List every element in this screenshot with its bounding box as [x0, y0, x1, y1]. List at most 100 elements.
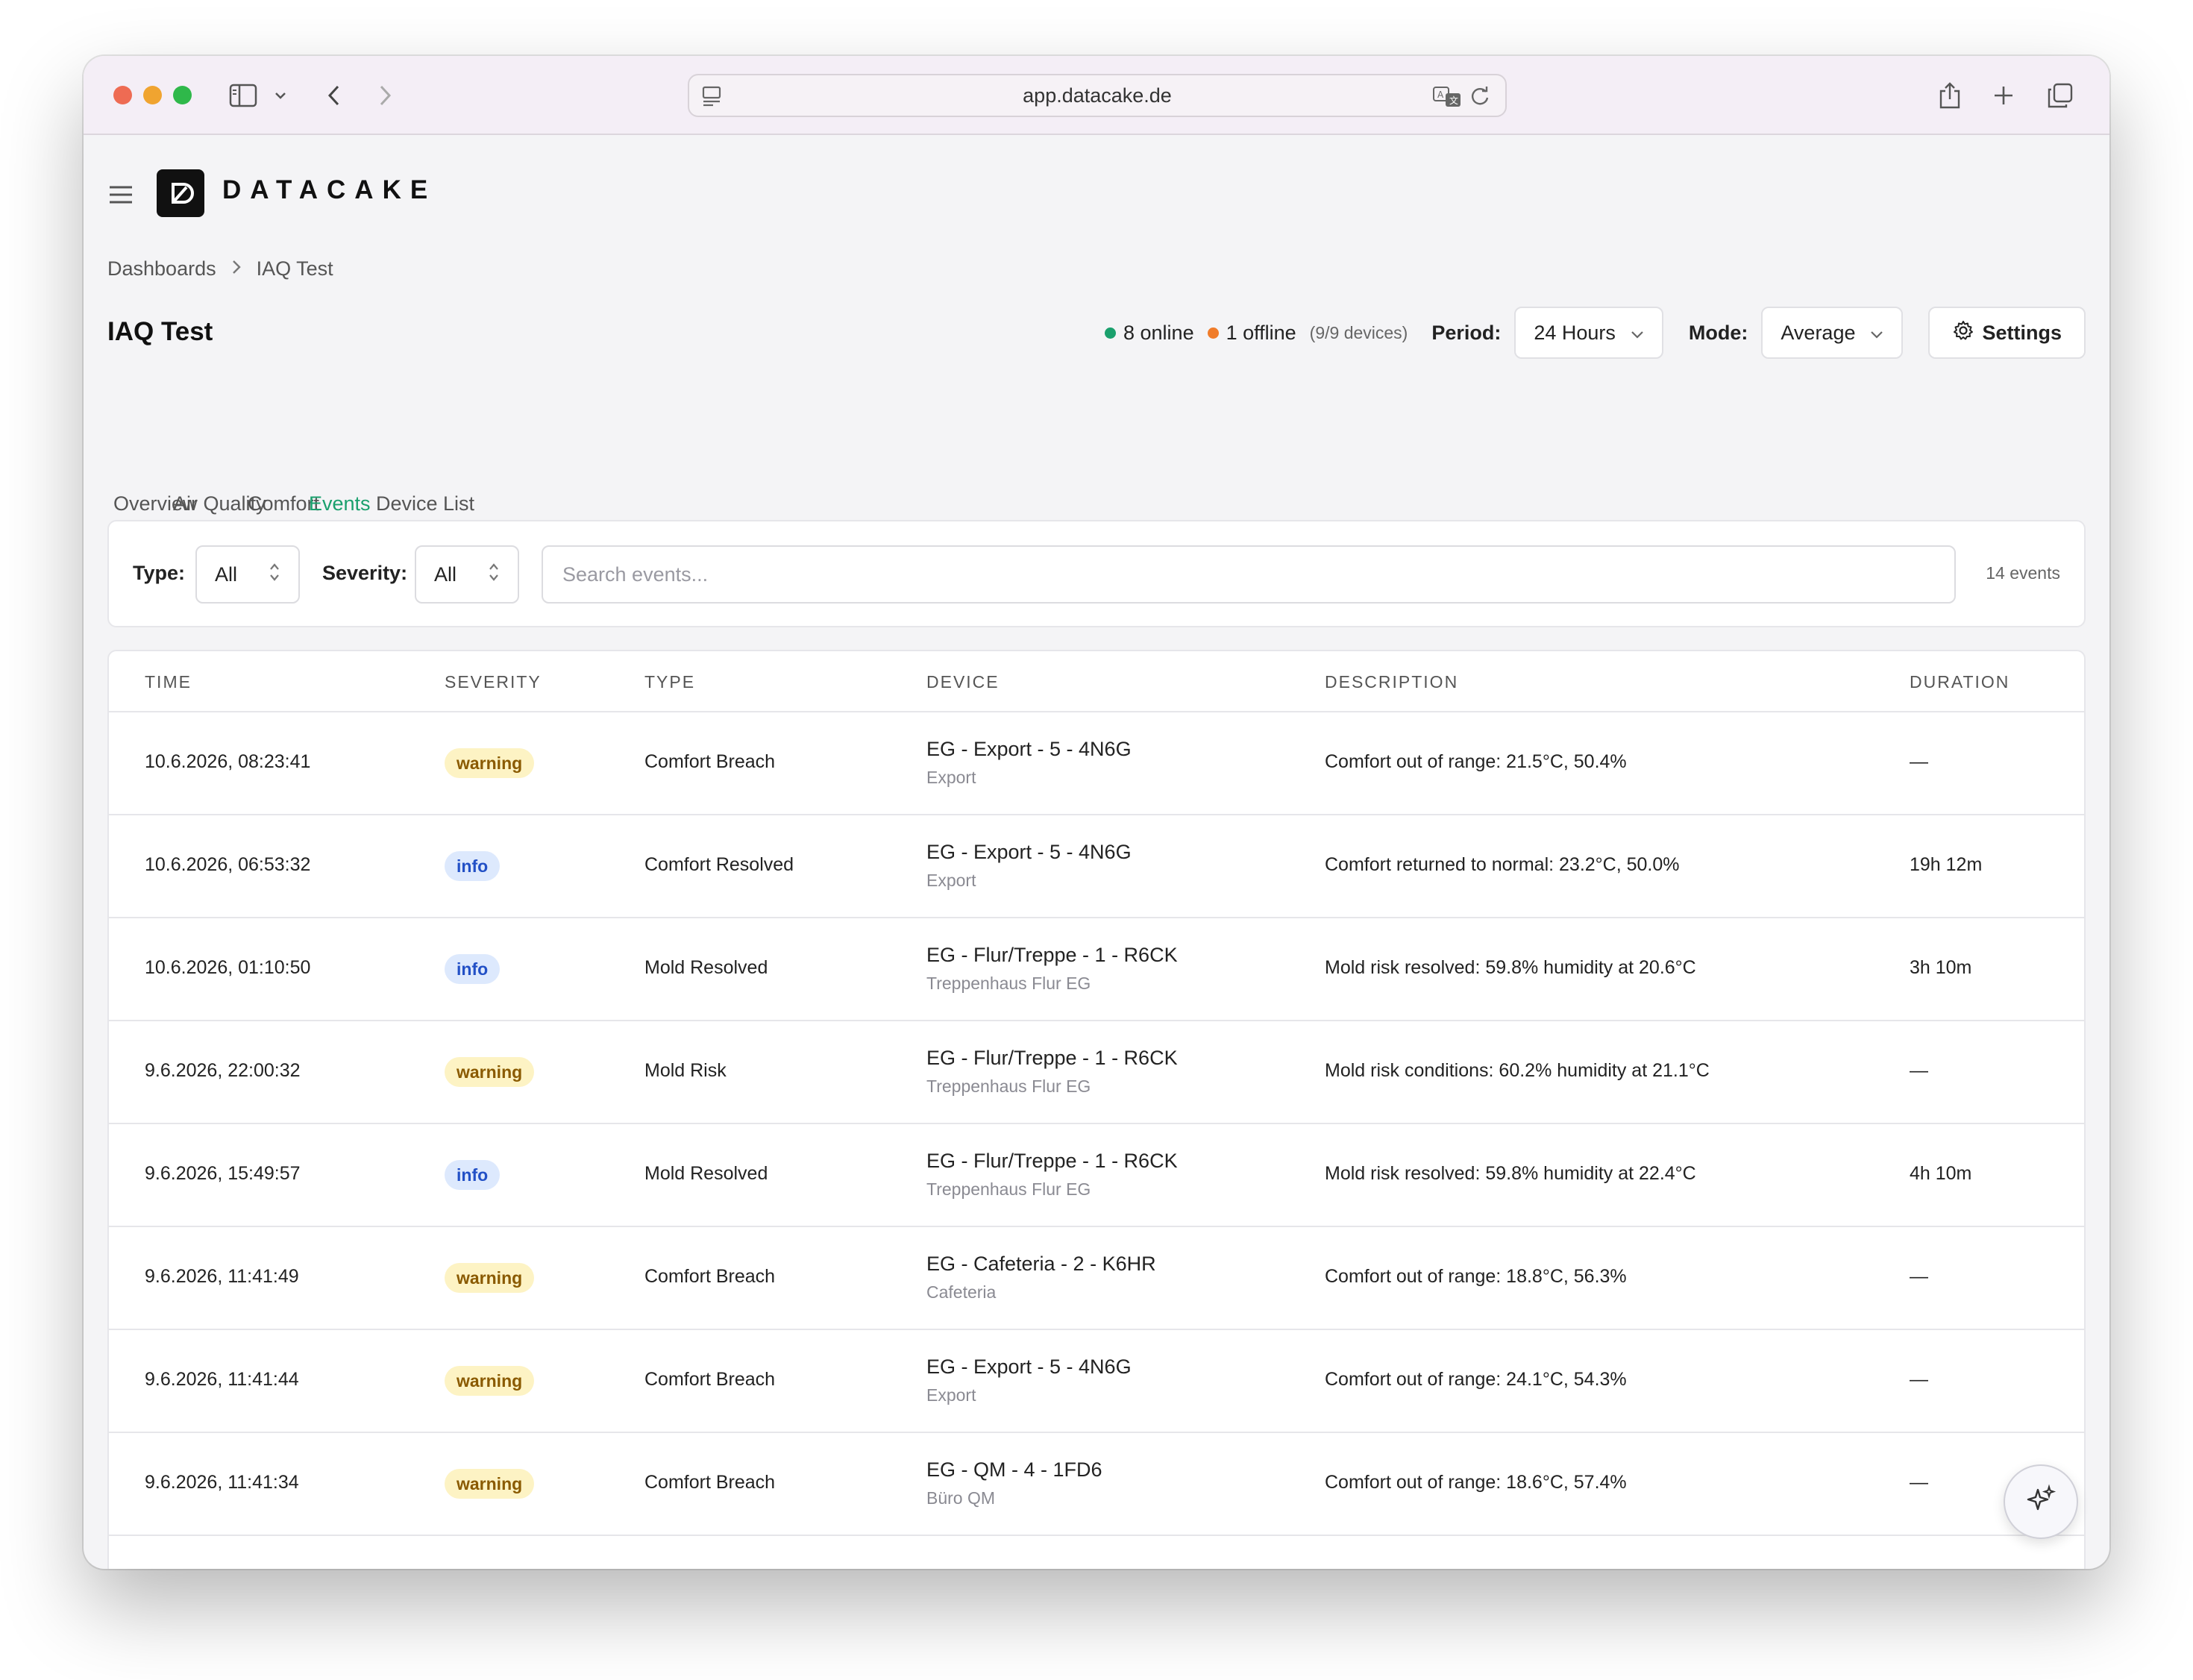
table-row-partial[interactable] — [109, 1536, 2084, 1569]
event-time: 10.6.2026, 06:53:32 — [145, 854, 311, 875]
period-label: Period: — [1431, 321, 1502, 344]
period-select[interactable]: 24 Hours — [1514, 307, 1663, 359]
table-row[interactable]: 10.6.2026, 06:53:32 info Comfort Resolve… — [109, 815, 2084, 918]
event-type: Comfort Breach — [644, 751, 776, 772]
event-description: Comfort out of range: 18.6°C, 57.4% — [1325, 1472, 1627, 1493]
device-location: Treppenhaus Flur EG — [926, 1076, 1091, 1096]
severity-badge: warning — [445, 748, 535, 778]
severity-badge: info — [445, 1160, 501, 1190]
column-header-duration[interactable]: DURATION — [1910, 672, 2010, 692]
device-location: Cafeteria — [926, 1282, 997, 1302]
translate-icon[interactable]: A文 — [1432, 84, 1462, 112]
breadcrumb-dashboards-link[interactable]: Dashboards — [107, 257, 216, 280]
device-location: Treppenhaus Flur EG — [926, 974, 1091, 993]
column-header-type[interactable]: TYPE — [644, 672, 695, 692]
search-events-input[interactable] — [542, 545, 1956, 604]
device-name[interactable]: EG - Flur/Treppe - 1 - R6CK — [926, 1150, 1178, 1173]
event-duration: — — [1910, 1266, 1928, 1287]
back-icon[interactable] — [322, 75, 345, 116]
device-name[interactable]: EG - Export - 5 - 4N6G — [926, 841, 1132, 864]
event-description: Mold risk resolved: 59.8% humidity at 20… — [1325, 957, 1696, 978]
zoom-window-button[interactable] — [173, 86, 192, 104]
event-type: Mold Resolved — [644, 1163, 768, 1184]
table-row[interactable]: 9.6.2026, 22:00:32 warning Mold Risk EG … — [109, 1021, 2084, 1124]
event-duration: — — [1910, 751, 1928, 772]
period-value: 24 Hours — [1534, 321, 1616, 344]
device-name[interactable]: EG - Flur/Treppe - 1 - R6CK — [926, 1047, 1178, 1070]
table-row[interactable]: 9.6.2026, 11:41:34 warning Comfort Breac… — [109, 1433, 2084, 1536]
event-type: Comfort Breach — [644, 1266, 776, 1287]
tab-overview-icon[interactable] — [2045, 75, 2075, 116]
severity-badge: info — [445, 954, 501, 984]
event-time: 9.6.2026, 11:41:49 — [145, 1266, 299, 1287]
column-header-description[interactable]: DESCRIPTION — [1325, 672, 1458, 692]
device-name[interactable]: EG - Cafeteria - 2 - K6HR — [926, 1253, 1156, 1276]
table-row[interactable]: 9.6.2026, 11:41:44 warning Comfort Breac… — [109, 1330, 2084, 1433]
device-name[interactable]: EG - Flur/Treppe - 1 - R6CK — [926, 944, 1178, 967]
browser-window: app.datacake.de A文 DATACAKE Dashboards I… — [84, 56, 2109, 1569]
offline-status: 1 offline — [1207, 322, 1296, 345]
table-row[interactable]: 10.6.2026, 08:23:41 warning Comfort Brea… — [109, 712, 2084, 815]
event-filters: Type: All Severity: All 14 events — [107, 520, 2086, 627]
forward-icon[interactable] — [374, 75, 397, 116]
table-row[interactable]: 9.6.2026, 15:49:57 info Mold Resolved EG… — [109, 1124, 2084, 1227]
device-location: Export — [926, 1385, 976, 1405]
device-location: Export — [926, 871, 976, 890]
event-time: 9.6.2026, 11:41:44 — [145, 1369, 299, 1390]
device-name[interactable]: EG - QM - 4 - 1FD6 — [926, 1458, 1102, 1482]
devices-count: (9/9 devices) — [1309, 322, 1408, 342]
event-time: 9.6.2026, 22:00:32 — [145, 1060, 301, 1081]
reload-icon[interactable] — [1468, 84, 1492, 112]
breadcrumb-current: IAQ Test — [256, 257, 333, 280]
event-duration: 4h 10m — [1910, 1163, 1972, 1184]
mode-select[interactable]: Average — [1761, 307, 1904, 359]
dashboard-controls: 8 online 1 offline (9/9 devices) Period:… — [1105, 307, 2086, 359]
event-description: Comfort returned to normal: 23.2°C, 50.0… — [1325, 854, 1680, 875]
severity-badge: warning — [445, 1057, 535, 1087]
event-time: 9.6.2026, 15:49:57 — [145, 1163, 301, 1184]
severity-filter-select[interactable]: All — [415, 545, 519, 604]
column-header-severity[interactable]: SEVERITY — [445, 672, 542, 692]
severity-badge: info — [445, 851, 501, 881]
type-filter-select[interactable]: All — [195, 545, 300, 604]
device-name[interactable]: EG - Export - 5 - 4N6G — [926, 738, 1132, 761]
table-row[interactable]: 9.6.2026, 11:41:49 warning Comfort Breac… — [109, 1227, 2084, 1330]
events-count: 14 events — [1986, 563, 2060, 583]
event-time: 9.6.2026, 11:41:34 — [145, 1472, 299, 1493]
new-tab-icon[interactable] — [1990, 75, 2017, 116]
event-type: Comfort Resolved — [644, 854, 794, 875]
mode-label: Mode: — [1688, 321, 1748, 344]
severity-badge: warning — [445, 1469, 535, 1499]
sidebar-toggle-icon[interactable] — [225, 75, 261, 116]
table-row[interactable]: 10.6.2026, 01:10:50 info Mold Resolved E… — [109, 918, 2084, 1021]
minimize-window-button[interactable] — [143, 86, 162, 104]
url-text: app.datacake.de — [1023, 84, 1172, 107]
hamburger-menu-icon[interactable] — [106, 180, 136, 210]
event-duration: 3h 10m — [1910, 957, 1972, 978]
event-description: Mold risk conditions: 60.2% humidity at … — [1325, 1060, 1710, 1081]
close-window-button[interactable] — [113, 86, 132, 104]
page-title: IAQ Test — [107, 317, 213, 346]
device-name[interactable]: EG - Export - 5 - 4N6G — [926, 1355, 1132, 1379]
event-description: Comfort out of range: 24.1°C, 54.3% — [1325, 1369, 1627, 1390]
severity-filter-value: All — [434, 562, 457, 586]
column-header-time[interactable]: TIME — [145, 672, 192, 692]
settings-button[interactable]: Settings — [1928, 307, 2086, 359]
online-count: 8 online — [1123, 321, 1194, 344]
event-time: 10.6.2026, 01:10:50 — [145, 957, 311, 978]
logo-wordmark[interactable]: DATACAKE — [222, 175, 436, 205]
share-icon[interactable] — [1936, 75, 1963, 116]
svg-text:文: 文 — [1449, 95, 1458, 106]
event-description: Comfort out of range: 21.5°C, 50.4% — [1325, 751, 1627, 772]
column-header-device[interactable]: DEVICE — [926, 672, 1000, 692]
type-filter-label: Type: — [133, 562, 186, 584]
ai-assistant-button[interactable] — [2004, 1464, 2078, 1539]
breadcrumb: Dashboards IAQ Test — [107, 256, 333, 281]
chevron-down-icon[interactable] — [272, 75, 289, 116]
svg-text:A: A — [1437, 90, 1444, 100]
address-bar[interactable]: app.datacake.de A文 — [688, 74, 1507, 117]
datacake-logo-icon[interactable] — [157, 169, 204, 217]
chevron-up-down-icon — [488, 562, 500, 588]
chevron-up-down-icon — [269, 562, 280, 588]
type-filter-value: All — [215, 562, 238, 586]
